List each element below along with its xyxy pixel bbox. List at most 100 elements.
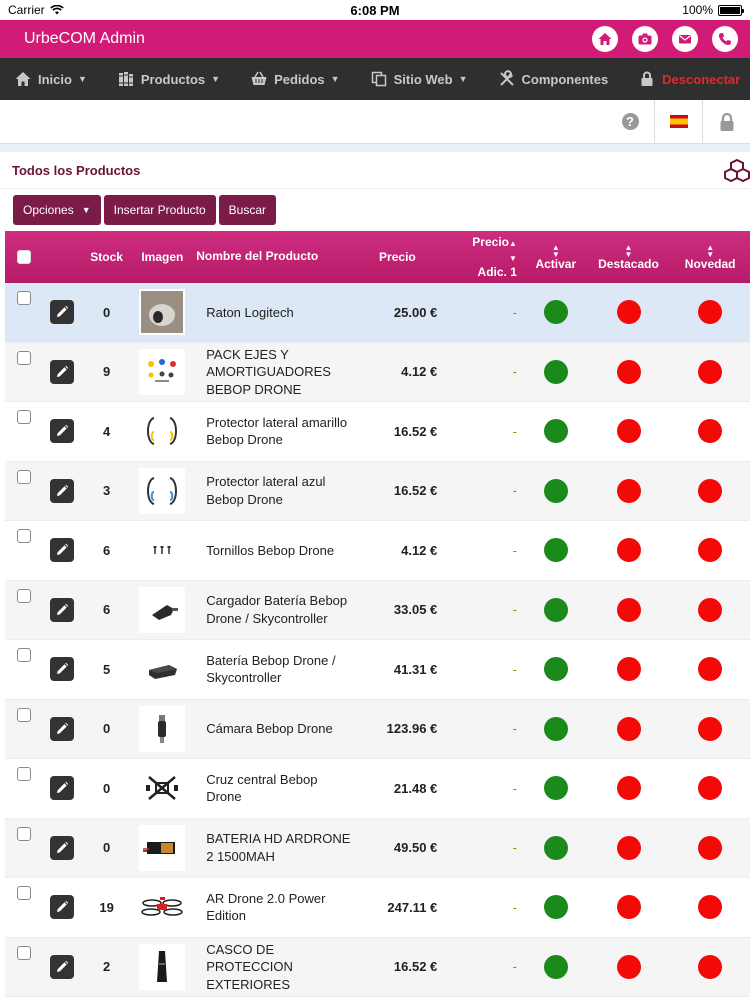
novedad-toggle[interactable]	[698, 538, 723, 563]
table-row[interactable]: 5 Batería Bebop Drone / Skycontroller 41.3…	[5, 640, 750, 700]
novedad-toggle[interactable]	[698, 657, 723, 682]
row-checkbox[interactable]	[16, 529, 31, 543]
activar-toggle[interactable]	[543, 895, 568, 920]
row-checkbox[interactable]	[16, 648, 31, 662]
table-row[interactable]: 9 PACK EJES Y AMORTIGUADORES BEBOP DRONE 4…	[5, 342, 750, 402]
novedad-toggle[interactable]	[698, 419, 723, 444]
row-checkbox[interactable]	[16, 826, 31, 841]
activar-toggle[interactable]	[543, 954, 568, 979]
destacado-toggle[interactable]	[616, 895, 641, 920]
destacado-toggle[interactable]	[616, 538, 641, 563]
table-row[interactable]: 6 Tornillos Bebop Drone 4.12 € -	[5, 521, 750, 581]
phone-icon[interactable]	[712, 26, 738, 52]
table-row[interactable]: 4 Protector lateral amarillo Bebop Drone 1…	[5, 402, 750, 462]
mail-icon[interactable]	[672, 26, 698, 52]
product-thumbnail[interactable]	[139, 527, 186, 574]
table-row[interactable]: 0 Raton Logitech 25.00 € -	[5, 283, 750, 343]
activar-header[interactable]: ▲ ▼ Activar	[525, 243, 587, 271]
product-thumbnail[interactable]	[139, 467, 186, 514]
destacado-toggle[interactable]	[616, 597, 641, 622]
nav-item-productos[interactable]: Productos ▼	[117, 70, 220, 88]
lock-button[interactable]	[702, 100, 750, 143]
destacado-toggle[interactable]	[616, 716, 641, 741]
novedad-toggle[interactable]	[698, 359, 723, 384]
table-row[interactable]: 0 Cámara Bebop Drone 123.96 € -	[5, 699, 750, 759]
precio-header[interactable]: Precio	[354, 250, 442, 264]
activar-toggle[interactable]	[543, 716, 568, 741]
destacado-toggle[interactable]	[616, 300, 641, 325]
novedad-toggle[interactable]	[698, 716, 723, 741]
nav-item-componentes[interactable]: Componentes	[498, 70, 608, 88]
product-thumbnail[interactable]	[139, 765, 186, 812]
table-row[interactable]: 3 Protector lateral azul Bebop Drone 16.52…	[5, 461, 750, 521]
destacado-toggle[interactable]	[616, 657, 641, 682]
edit-button[interactable]	[49, 419, 74, 444]
precio-adic-header[interactable]: Precio▲ ▼ Adic. 1	[441, 235, 525, 280]
edit-button[interactable]	[49, 300, 74, 325]
novedad-toggle[interactable]	[698, 478, 723, 503]
activar-toggle[interactable]	[543, 538, 568, 563]
edit-button[interactable]	[49, 538, 74, 563]
product-thumbnail[interactable]	[139, 408, 186, 455]
edit-button[interactable]	[49, 776, 74, 801]
nav-item-inicio[interactable]: Inicio ▼	[14, 70, 87, 88]
destacado-toggle[interactable]	[616, 954, 641, 979]
nav-item-sitio-web[interactable]: Sitio Web ▼	[370, 70, 468, 88]
activar-toggle[interactable]	[543, 359, 568, 384]
product-thumbnail[interactable]	[139, 884, 186, 931]
activar-toggle[interactable]	[543, 300, 568, 325]
row-checkbox[interactable]	[16, 707, 31, 722]
home-icon[interactable]	[592, 26, 618, 52]
novedad-toggle[interactable]	[698, 776, 723, 801]
row-checkbox[interactable]	[16, 410, 31, 424]
table-row[interactable]: 0 Cruz central Bebop Drone 21.48 € -	[5, 759, 750, 819]
product-thumbnail[interactable]	[139, 824, 186, 871]
edit-button[interactable]	[49, 716, 74, 741]
product-thumbnail[interactable]	[139, 348, 186, 395]
product-thumbnail[interactable]	[139, 646, 186, 693]
product-thumbnail[interactable]	[139, 705, 186, 752]
row-checkbox[interactable]	[16, 350, 31, 365]
table-row[interactable]: 2 CASCO DE PROTECCION EXTERIORES 16.52 € -	[5, 937, 750, 997]
product-thumbnail[interactable]	[139, 289, 186, 336]
buscar-button[interactable]: Buscar	[218, 195, 277, 225]
select-all-checkbox[interactable]	[16, 250, 31, 264]
table-row[interactable]: 19 AR Drone 2.0 Power Edition 247.11 € -	[5, 878, 750, 938]
row-checkbox[interactable]	[16, 767, 31, 781]
novedad-toggle[interactable]	[698, 835, 723, 860]
activar-toggle[interactable]	[543, 597, 568, 622]
help-button[interactable]: ?	[606, 100, 654, 143]
activar-toggle[interactable]	[543, 776, 568, 801]
activar-toggle[interactable]	[543, 657, 568, 682]
novedad-toggle[interactable]	[698, 895, 723, 920]
nombre-header[interactable]: Nombre del Producto	[192, 248, 353, 266]
novedad-toggle[interactable]	[698, 954, 723, 979]
product-thumbnail[interactable]	[139, 943, 186, 990]
edit-button[interactable]	[49, 597, 74, 622]
destacado-toggle[interactable]	[616, 478, 641, 503]
table-row[interactable]: 0 BATERIA HD ARDRONE 2 1500MAH 49.50 € -	[5, 818, 750, 878]
edit-button[interactable]	[49, 895, 74, 920]
row-checkbox[interactable]	[16, 945, 31, 960]
destacado-toggle[interactable]	[616, 359, 641, 384]
nav-item-pedidos[interactable]: Pedidos ▼	[250, 70, 340, 88]
opciones-dropdown[interactable]: Opciones ▼	[13, 195, 101, 225]
product-thumbnail[interactable]	[139, 586, 186, 633]
novedad-header[interactable]: ▲ ▼ Novedad	[670, 243, 750, 271]
destacado-header[interactable]: ▲ ▼ Destacado	[587, 243, 671, 271]
novedad-toggle[interactable]	[698, 597, 723, 622]
row-checkbox[interactable]	[16, 588, 31, 603]
edit-button[interactable]	[49, 657, 74, 682]
edit-button[interactable]	[49, 359, 74, 384]
activar-toggle[interactable]	[543, 478, 568, 503]
nav-item-desconectar[interactable]: Desconectar	[638, 70, 740, 88]
stock-header[interactable]: Stock	[81, 250, 133, 264]
activar-toggle[interactable]	[543, 419, 568, 444]
destacado-toggle[interactable]	[616, 835, 641, 860]
edit-button[interactable]	[49, 478, 74, 503]
camera-icon[interactable]	[632, 26, 658, 52]
row-checkbox[interactable]	[16, 886, 31, 900]
novedad-toggle[interactable]	[698, 300, 723, 325]
activar-toggle[interactable]	[543, 835, 568, 860]
destacado-toggle[interactable]	[616, 419, 641, 444]
